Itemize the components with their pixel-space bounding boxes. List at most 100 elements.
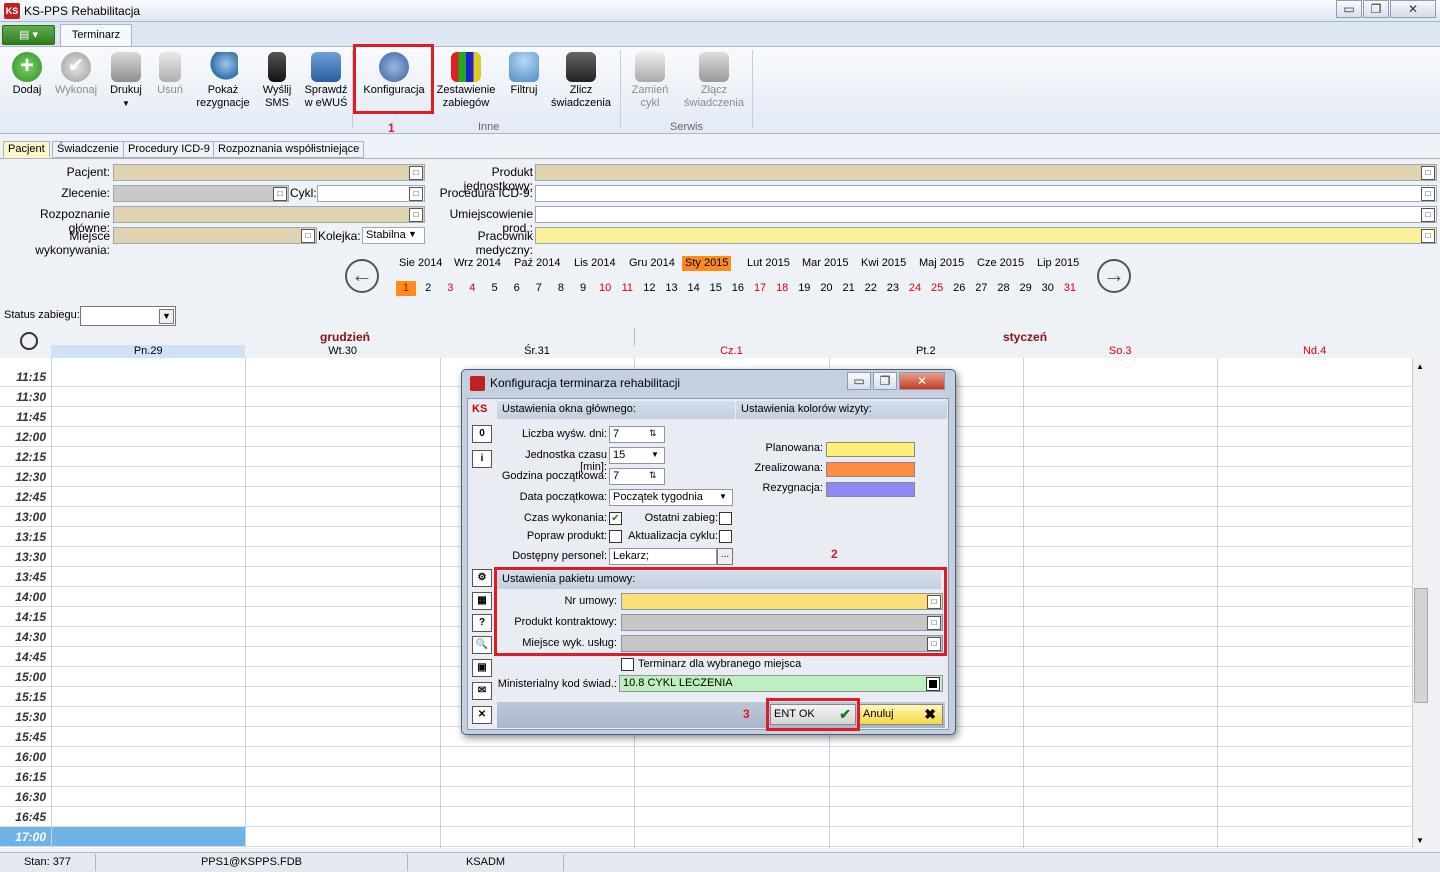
popraw-produkt-checkbox[interactable] <box>609 530 622 543</box>
day-link[interactable]: 15 <box>706 281 726 296</box>
scrollbar-thumb[interactable] <box>1414 588 1428 703</box>
tab-procedury[interactable]: Procedury ICD-9 <box>123 141 215 158</box>
rezygnacja-color-swatch[interactable] <box>826 482 915 497</box>
umiejscowienie-lookup-button[interactable]: □ <box>1421 208 1435 222</box>
day-link[interactable]: 17 <box>750 281 770 296</box>
chevron-down-icon[interactable]: ▼ <box>159 309 174 324</box>
month-link[interactable]: Cze 2015 <box>974 256 1027 271</box>
search-icon[interactable]: 🔍 <box>472 636 492 654</box>
day-link[interactable]: 2 <box>418 281 438 296</box>
day-link[interactable]: 22 <box>861 281 881 296</box>
ostatni-zabieg-checkbox[interactable] <box>719 512 732 525</box>
produkt-field[interactable] <box>535 164 1437 181</box>
time-row[interactable]: 17:00 <box>0 827 1412 847</box>
pacjent-lookup-button[interactable]: □ <box>409 166 423 180</box>
dialog-maximize-button[interactable]: ❐ <box>873 372 897 390</box>
day-link[interactable]: 30 <box>1038 281 1058 296</box>
dialog-minimize-button[interactable]: ▭ <box>847 372 871 390</box>
day-link[interactable]: 31 <box>1060 281 1080 296</box>
day-link[interactable]: 13 <box>662 281 682 296</box>
day-link[interactable]: 27 <box>971 281 991 296</box>
month-link[interactable]: Wrz 2014 <box>451 256 504 271</box>
day-link[interactable]: 3 <box>440 281 460 296</box>
umiejscowienie-field[interactable] <box>535 206 1437 223</box>
minimize-button[interactable]: ▭ <box>1336 0 1362 18</box>
kod-swiad-lookup-button[interactable] <box>926 677 940 691</box>
spinner-arrows-icon[interactable]: ⇅ <box>649 470 657 481</box>
day-link[interactable]: 9 <box>573 281 593 296</box>
day-column-header[interactable]: Pt.2 <box>829 345 1023 358</box>
terminarz-miejsca-checkbox[interactable] <box>621 658 634 671</box>
next-month-button[interactable]: → <box>1097 259 1131 293</box>
rozpoznanie-lookup-button[interactable]: □ <box>409 208 423 222</box>
data-select[interactable]: Początek tygodnia <box>609 489 733 506</box>
show-cancellations-button[interactable]: Pokaż rezygnacje <box>193 52 253 110</box>
cykl-lookup-button[interactable]: □ <box>409 187 423 201</box>
mail-icon[interactable]: ✉ <box>472 682 492 700</box>
rozpoznanie-field[interactable] <box>113 206 425 223</box>
day-link[interactable]: 6 <box>507 281 527 296</box>
aktualizacja-checkbox[interactable] <box>719 530 732 543</box>
tab-terminarz[interactable]: Terminarz <box>60 24 132 47</box>
chevron-down-icon[interactable]: ▼ <box>651 450 659 459</box>
liczba-dni-spinner[interactable]: 7 <box>609 426 665 443</box>
time-row[interactable]: 16:15 <box>0 767 1412 787</box>
day-link[interactable]: 18 <box>772 281 792 296</box>
czas-wykonania-checkbox[interactable]: ✔ <box>609 512 622 525</box>
month-link[interactable]: Lut 2015 <box>744 256 793 271</box>
month-link[interactable]: Maj 2015 <box>916 256 967 271</box>
month-link[interactable]: Kwi 2015 <box>858 256 909 271</box>
day-link[interactable]: 8 <box>551 281 571 296</box>
scroll-up-icon[interactable]: ▲ <box>1416 362 1424 371</box>
procedura-field[interactable] <box>535 185 1437 202</box>
count-services-button[interactable]: Zlicz świadczenia <box>548 52 614 110</box>
day-link[interactable]: 19 <box>794 281 814 296</box>
zlecenie-lookup-button[interactable]: □ <box>273 187 287 201</box>
month-link[interactable]: Mar 2015 <box>799 256 851 271</box>
day-link[interactable]: 20 <box>816 281 836 296</box>
help-icon[interactable]: ? <box>472 614 492 632</box>
settings-icon[interactable]: ⚙ <box>472 569 492 587</box>
day-link[interactable]: 25 <box>927 281 947 296</box>
swap-cycle-button[interactable]: Zamień cykl <box>626 52 674 110</box>
procedura-lookup-button[interactable]: □ <box>1421 187 1435 201</box>
kod-swiad-field[interactable]: 10.8 CYKL LECZENIA <box>619 675 943 692</box>
day-column-header[interactable]: Pn.29 <box>51 345 246 358</box>
day-link[interactable]: 7 <box>529 281 549 296</box>
month-link[interactable]: Gru 2014 <box>626 256 678 271</box>
check-ewus-button[interactable]: Sprawdź w eWUŚ <box>300 52 352 110</box>
miejsce-lookup-button[interactable]: □ <box>301 229 315 243</box>
personel-more-button[interactable]: ... <box>717 548 733 565</box>
day-link[interactable]: 23 <box>883 281 903 296</box>
dialog-close-button[interactable]: ✕ <box>899 372 945 390</box>
tab-pacjent[interactable]: Pacjent <box>3 141 50 158</box>
close-button[interactable]: ✕ <box>1390 0 1436 18</box>
delete-button[interactable]: Usuń <box>150 52 190 97</box>
zrealizowana-color-swatch[interactable] <box>826 462 915 477</box>
day-link[interactable]: 21 <box>839 281 859 296</box>
planowana-color-swatch[interactable] <box>826 442 915 457</box>
day-column-header[interactable]: Nd.4 <box>1217 345 1411 358</box>
day-column-header[interactable]: So.3 <box>1023 345 1217 358</box>
app-menu-button[interactable]: ▤ ▾ <box>2 25 55 45</box>
month-link[interactable]: Sie 2014 <box>396 256 445 271</box>
close-icon[interactable]: ✕ <box>472 706 492 724</box>
scroll-down-icon[interactable]: ▼ <box>1416 836 1424 845</box>
day-link[interactable]: 16 <box>728 281 748 296</box>
godzina-spinner[interactable]: 7 <box>609 468 665 485</box>
day-column-header[interactable]: Wt.30 <box>245 345 439 358</box>
miejsce-field[interactable] <box>113 227 317 244</box>
day-link[interactable]: 4 <box>462 281 482 296</box>
day-column-header[interactable]: Cz.1 <box>634 345 828 358</box>
spinner-arrows-icon[interactable]: ⇅ <box>649 428 657 439</box>
month-link[interactable]: Lis 2014 <box>571 256 619 271</box>
personel-field[interactable]: Lekarz; <box>609 548 717 565</box>
add-button[interactable]: + Dodaj <box>6 52 48 97</box>
pracownik-field[interactable] <box>535 227 1437 244</box>
time-row[interactable]: 16:00 <box>0 747 1412 767</box>
day-link[interactable]: 5 <box>485 281 505 296</box>
day-link[interactable]: 24 <box>905 281 925 296</box>
day-link[interactable]: 26 <box>949 281 969 296</box>
day-link[interactable]: 1 <box>396 281 416 296</box>
print-button[interactable]: Drukuj ▼ <box>104 52 148 110</box>
